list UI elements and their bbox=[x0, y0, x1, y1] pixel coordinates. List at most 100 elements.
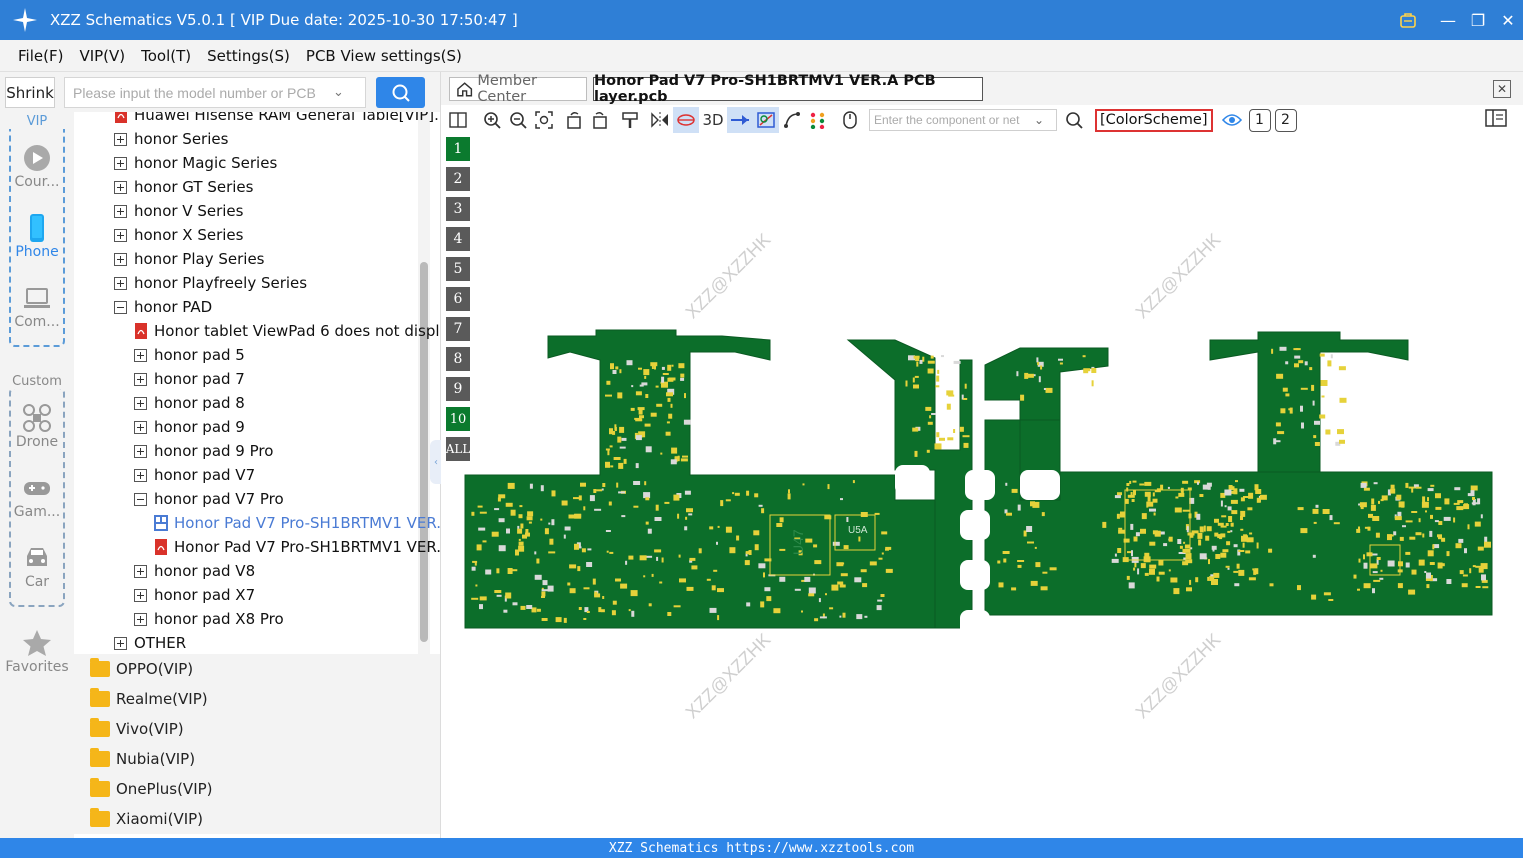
component-search-input[interactable] bbox=[874, 113, 1034, 127]
menu-tool[interactable]: Tool(T) bbox=[133, 47, 199, 65]
folder-item[interactable]: OnePlus(VIP) bbox=[74, 774, 440, 804]
tree-item[interactable]: honor Series bbox=[114, 127, 228, 151]
collapse-icon[interactable] bbox=[134, 492, 147, 506]
restore-button[interactable]: ❐ bbox=[1463, 0, 1493, 40]
close-tabs-icon[interactable]: ✕ bbox=[1493, 80, 1511, 98]
expand-icon[interactable] bbox=[114, 636, 127, 650]
tree-item[interactable]: honor pad 5 bbox=[134, 343, 245, 367]
tab-pcb-file[interactable]: Honor Pad V7 Pro-SH1BRTMV1 VER.A PCB lay… bbox=[593, 73, 983, 105]
rail-item-computer[interactable]: Com... bbox=[0, 284, 74, 330]
tree-item[interactable]: honor Play Series bbox=[114, 247, 264, 271]
pcb-canvas[interactable]: U47 U5A XZZ@XZZHK XZZ@XZZHK XZZ@XZZHK XZ… bbox=[441, 135, 1523, 838]
shrink-button[interactable]: Shrink bbox=[5, 77, 55, 108]
menu-file[interactable]: File(F) bbox=[10, 47, 71, 65]
split-view-icon[interactable] bbox=[445, 107, 471, 133]
layer-button-5[interactable]: 5 bbox=[446, 257, 470, 281]
rail-item-game[interactable]: Gam... bbox=[0, 474, 74, 520]
folder-item[interactable]: Realme(VIP) bbox=[74, 684, 440, 714]
tree-item[interactable]: honor PAD bbox=[114, 295, 212, 319]
rotate-right-icon[interactable] bbox=[587, 107, 613, 133]
expand-icon[interactable] bbox=[114, 276, 127, 290]
expand-icon[interactable] bbox=[114, 156, 127, 170]
folder-item[interactable]: Nubia(VIP) bbox=[74, 744, 440, 774]
model-search-input[interactable] bbox=[73, 84, 333, 101]
tree-item[interactable]: honor pad V7 Pro bbox=[134, 487, 284, 511]
mouse-mode-icon[interactable] bbox=[837, 107, 863, 133]
title-bar[interactable]: XZZ Schematics V5.0.1 [ VIP Due date: 20… bbox=[0, 0, 1523, 40]
tree-item[interactable]: honor pad 9 Pro bbox=[134, 439, 273, 463]
expand-icon[interactable] bbox=[134, 564, 147, 578]
expand-icon[interactable] bbox=[134, 420, 147, 434]
rotate-left-icon[interactable] bbox=[561, 107, 587, 133]
expand-icon[interactable] bbox=[134, 444, 147, 458]
zoom-in-icon[interactable] bbox=[479, 107, 505, 133]
pin-dots-icon[interactable] bbox=[805, 107, 831, 133]
tree-item[interactable]: Honor Pad V7 Pro-SH1BRTMV1 VER. bbox=[154, 511, 440, 535]
layer-button-7[interactable]: 7 bbox=[446, 317, 470, 341]
folder-item[interactable]: Xiaomi(VIP) bbox=[74, 804, 440, 834]
view-layer-1-button[interactable]: 1 bbox=[1248, 108, 1271, 132]
zoom-out-icon[interactable] bbox=[505, 107, 531, 133]
expand-icon[interactable] bbox=[114, 180, 127, 194]
rail-item-drone[interactable]: Drone bbox=[0, 404, 74, 450]
vip-icon[interactable] bbox=[1393, 0, 1423, 40]
layer-button-9[interactable]: 9 bbox=[446, 377, 470, 401]
pcb-board-view[interactable]: U47 U5A XZZ@XZZHK XZZ@XZZHK XZZ@XZZHK XZ… bbox=[441, 135, 1523, 838]
expand-icon[interactable] bbox=[134, 396, 147, 410]
tree-item[interactable]: honor Magic Series bbox=[114, 151, 277, 175]
layer-button-8[interactable]: 8 bbox=[446, 347, 470, 371]
expand-icon[interactable] bbox=[114, 228, 127, 242]
expand-icon[interactable] bbox=[134, 588, 147, 602]
model-search-box[interactable]: ⌄ bbox=[64, 77, 366, 108]
expand-icon[interactable] bbox=[134, 372, 147, 386]
layer-button-1[interactable]: 1 bbox=[446, 137, 470, 161]
show-components-icon[interactable] bbox=[753, 107, 779, 133]
tree-item[interactable]: honor pad 9 bbox=[134, 415, 245, 439]
mirror-icon[interactable] bbox=[647, 107, 673, 133]
paint-brush-icon[interactable] bbox=[617, 107, 643, 133]
flip-board-icon[interactable] bbox=[673, 107, 699, 133]
expand-icon[interactable] bbox=[114, 132, 127, 146]
minimize-button[interactable]: — bbox=[1433, 0, 1463, 40]
tree-item[interactable]: honor pad 7 bbox=[134, 367, 245, 391]
expand-icon[interactable] bbox=[134, 612, 147, 626]
collapse-icon[interactable] bbox=[114, 300, 127, 314]
tree-item[interactable]: Honor Pad V7 Pro-SH1BRTMV1 VER. bbox=[154, 535, 440, 559]
chevron-down-icon[interactable]: ⌄ bbox=[1034, 113, 1044, 127]
tree-item[interactable]: honor pad 8 bbox=[134, 391, 245, 415]
tree-item[interactable]: honor pad V7 bbox=[134, 463, 255, 487]
component-search-box[interactable]: ⌄ bbox=[869, 109, 1057, 131]
eye-icon[interactable] bbox=[1219, 107, 1245, 133]
rail-item-favorites[interactable]: Favorites bbox=[0, 629, 74, 675]
expand-icon[interactable] bbox=[134, 468, 147, 482]
close-button[interactable]: ✕ bbox=[1493, 0, 1523, 40]
menu-vip[interactable]: VIP(V) bbox=[71, 47, 133, 65]
tree-item[interactable]: honor pad X7 bbox=[134, 583, 255, 607]
trace-route-icon[interactable] bbox=[779, 107, 805, 133]
rail-item-phone[interactable]: Phone bbox=[0, 214, 74, 260]
view-3d-button[interactable]: 3D bbox=[699, 107, 727, 133]
expand-icon[interactable] bbox=[114, 252, 127, 266]
layer-button-10[interactable]: 10 bbox=[446, 407, 470, 431]
menu-pcb-view-settings[interactable]: PCB View settings(S) bbox=[298, 47, 470, 65]
component-search-icon[interactable] bbox=[1061, 107, 1087, 133]
folder-item[interactable]: OPPO(VIP) bbox=[74, 654, 440, 684]
tree-item[interactable]: honor X Series bbox=[114, 223, 243, 247]
tab-member-center[interactable]: Member Center bbox=[449, 73, 587, 105]
menu-settings[interactable]: Settings(S) bbox=[199, 47, 298, 65]
tree-item[interactable]: honor GT Series bbox=[114, 175, 253, 199]
layer-button-4[interactable]: 4 bbox=[446, 227, 470, 251]
folder-item[interactable]: Vivo(VIP) bbox=[74, 714, 440, 744]
expand-icon[interactable] bbox=[114, 204, 127, 218]
layer-button-6[interactable]: 6 bbox=[446, 287, 470, 311]
view-layer-2-button[interactable]: 2 bbox=[1274, 108, 1297, 132]
rail-item-car[interactable]: Car bbox=[0, 544, 74, 590]
layer-button-all[interactable]: ALL bbox=[446, 437, 470, 461]
layer-button-2[interactable]: 2 bbox=[446, 167, 470, 191]
tree-item[interactable]: honor V Series bbox=[114, 199, 243, 223]
chevron-down-icon[interactable]: ⌄ bbox=[333, 85, 344, 100]
fit-view-icon[interactable] bbox=[531, 107, 557, 133]
tree-item[interactable]: Honor tablet ViewPad 6 does not displa bbox=[134, 319, 440, 343]
tree-item[interactable]: Huawei Hisense RAM General Table[VIP].p bbox=[114, 112, 440, 127]
rail-item-courses[interactable]: Cour... bbox=[0, 144, 74, 190]
